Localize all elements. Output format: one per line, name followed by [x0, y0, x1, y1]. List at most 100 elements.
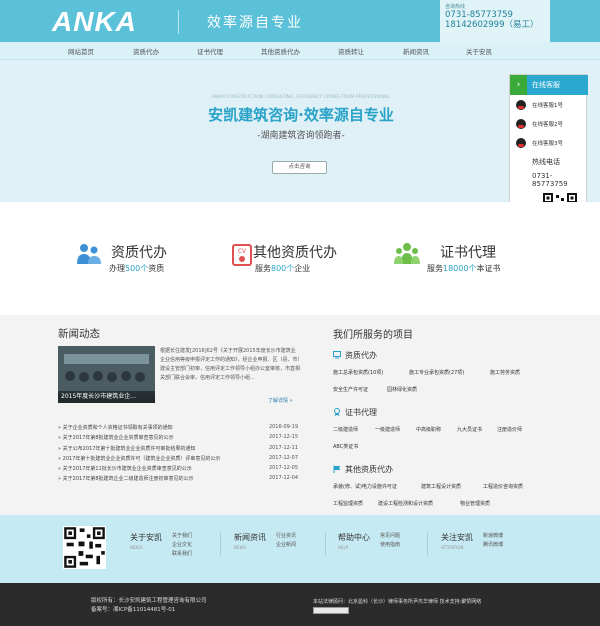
- service-item[interactable]: 园林绿化资质: [387, 386, 417, 393]
- svg-text:CV: CV: [238, 248, 247, 255]
- site-stats-badge-icon[interactable]: [313, 607, 349, 614]
- service-group-title: 证书代理: [333, 407, 377, 418]
- service-desc-other: 服务800个企业: [255, 264, 311, 273]
- footer-col-title: 帮助中心: [338, 533, 370, 542]
- service-link-1[interactable]: 在线客服1号: [532, 101, 563, 109]
- news-featured-image[interactable]: 2015年度长沙市建筑业企...: [58, 346, 155, 403]
- service-item[interactable]: 施工总承包资质(10项): [333, 369, 383, 376]
- footer-col-subtitle: ATTENTION: [441, 545, 464, 550]
- footer-link[interactable]: 新浪微博: [483, 532, 503, 541]
- group-icon: [394, 243, 420, 264]
- icp-number[interactable]: 备案号：湘ICP备11014481号-01: [91, 605, 175, 613]
- news-list-item[interactable]: » 关于企业资质和个人资格证书领取有关事项的通知 2016-09-19: [58, 424, 298, 431]
- footer-links: 关于我们 企业文化 联系我们: [172, 532, 192, 559]
- header: ANKA 效率源自专业 咨询热线 0731-85773759 181426029…: [0, 0, 600, 42]
- service-desc-qualification: 办理500个资质: [109, 264, 165, 273]
- legal-advisor-text: 本站法律顾问：北京盈科（长沙）律师事务所尹杰华律师 技术支持:聚赞网络: [313, 599, 482, 605]
- footer-col-subtitle: INDEX: [130, 545, 143, 550]
- footer-link[interactable]: 企业新闻: [276, 541, 296, 550]
- footer-link[interactable]: 腾讯微博: [483, 541, 503, 550]
- service-title-certificate[interactable]: 证书代理: [440, 242, 496, 262]
- footer-qr-icon: [63, 526, 106, 569]
- footer-link[interactable]: 常见问题: [380, 532, 400, 541]
- hotline-phone-2: 18142602999（易工）: [445, 20, 539, 30]
- logo[interactable]: ANKA: [52, 6, 137, 38]
- footer-col-title: 关于安凯: [130, 533, 162, 542]
- hotline-phone-1: 0731-85773759: [445, 10, 513, 20]
- service-item[interactable]: 施工专业承包资质(27项): [409, 369, 464, 376]
- nav-item-news[interactable]: 新闻资讯: [403, 46, 429, 56]
- service-link-2[interactable]: 在线客服2号: [532, 120, 563, 128]
- footer-col-help: 帮助中心 HELP 常见问题 使用指南: [338, 532, 400, 550]
- service-item[interactable]: 注册造价师: [497, 426, 522, 433]
- footer-col-subtitle: NEWS: [234, 545, 247, 550]
- content-section: 新闻动态 2015年度长沙市建筑业企... 根据长住建发[2016]62号《关于…: [0, 315, 600, 515]
- footer-link[interactable]: 联系我们: [172, 550, 192, 559]
- service-item[interactable]: 九大员证书: [457, 426, 482, 433]
- footer-link[interactable]: 使用指南: [380, 541, 400, 550]
- service-panel-header: › 在线客服: [510, 75, 588, 95]
- news-list-item[interactable]: » 2017年第十批建筑业企业资质许可（建筑业企业资质）评审意见的公示 2017-…: [58, 455, 298, 462]
- flag-icon: [333, 465, 341, 473]
- news-image-caption: 2015年度长沙市建筑业企...: [58, 391, 155, 403]
- service-item[interactable]: 安全生产许可证: [333, 386, 368, 393]
- monitor-icon: [333, 351, 341, 359]
- hotline-label: 咨询热线: [445, 4, 466, 10]
- hotline-number: 0731-85773759: [532, 172, 568, 188]
- footer-link[interactable]: 行业资讯: [276, 532, 296, 541]
- footer-link[interactable]: 关于我们: [172, 532, 192, 541]
- banner-subtitle: -湖南建筑咨询领跑者-: [257, 131, 345, 141]
- service-item[interactable]: 工程造价咨询资质: [483, 483, 523, 490]
- people-icon: [77, 244, 101, 264]
- collapse-arrow-icon[interactable]: ›: [510, 75, 527, 95]
- certificate-icon: CV: [232, 244, 252, 266]
- nav-item-transfer[interactable]: 资质转让: [338, 46, 364, 56]
- service-title-other[interactable]: 其他资质代办: [253, 242, 337, 262]
- news-section-title: 新闻动态: [58, 328, 100, 340]
- service-item[interactable]: 一级建造师: [375, 426, 400, 433]
- service-panel-title: 在线客服: [532, 81, 560, 89]
- service-item[interactable]: 承装(修、试)电力设施许可证: [333, 483, 397, 490]
- service-item[interactable]: 施工劳务资质: [490, 369, 520, 376]
- copyright-text: 版权所有：长沙安凯建筑工程管理咨询有限公司: [91, 598, 207, 604]
- qq-icon: [516, 138, 526, 148]
- service-item[interactable]: 工程监理资质: [333, 500, 363, 507]
- footer-link[interactable]: 企业文化: [172, 541, 192, 550]
- news-list-item[interactable]: » 关于公布2017年第十批建筑业企业资质许可审批结果的通知 2017-12-11: [58, 445, 298, 452]
- service-item[interactable]: 建设工程检测和设计资质: [378, 500, 433, 507]
- service-item[interactable]: 二级建造师: [333, 426, 358, 433]
- service-stats: 资质代办 办理500个资质 CV 其他资质代办 服务800个企业 证书代理 服务…: [0, 202, 600, 315]
- footer-divider: [427, 532, 428, 556]
- service-link-3[interactable]: 在线客服3号: [532, 139, 563, 147]
- consult-button[interactable]: 点击咨询: [272, 161, 327, 174]
- our-services-title: 我们所服务的项目: [333, 330, 413, 341]
- footer-col-title: 新闻资讯: [234, 533, 266, 542]
- nav-item-qualification[interactable]: 资质代办: [133, 46, 159, 56]
- footer: 关于安凯 INDEX 关于我们 企业文化 联系我们 新闻资讯 NEWS 行业资讯…: [0, 515, 600, 583]
- crowd-photo-icon: [58, 346, 155, 391]
- qq-icon: [516, 100, 526, 110]
- service-item[interactable]: 建筑工程设计资质: [421, 483, 461, 490]
- service-item[interactable]: 物业管理资质: [460, 500, 490, 507]
- footer-col-subtitle: HELP: [338, 545, 349, 550]
- nav-item-certificate[interactable]: 证书代理: [197, 46, 223, 56]
- nav-item-other-qualification[interactable]: 其他资质代办: [261, 46, 300, 56]
- service-item[interactable]: 中高级职称: [416, 426, 441, 433]
- footer-col-follow: 关注安凯 ATTENTION 新浪微博 腾讯微博: [441, 532, 503, 550]
- banner-english: ANKAI CONSTRUCTION CONSULTING, EFFICIENC…: [211, 95, 391, 100]
- service-item[interactable]: ABC类证书: [333, 443, 358, 450]
- qq-icon: [516, 119, 526, 129]
- news-more-link[interactable]: 了解详情 »: [268, 397, 293, 404]
- nav-item-about[interactable]: 关于安凯: [466, 46, 492, 56]
- news-summary: 根据长住建发[2016]62号《关于开展2015年度长沙市建筑业企业信用等级申报…: [160, 348, 301, 381]
- footer-divider: [220, 532, 221, 556]
- news-list-item[interactable]: » 关于2017年第11批长沙市建筑业企业资质审查意见的公示 2017-12-05: [58, 465, 298, 472]
- footer-links: 新浪微博 腾讯微博: [483, 532, 503, 550]
- service-group-title: 资质代办: [333, 350, 377, 361]
- news-list-item[interactable]: » 关于2017年第8批建筑企业二级建造师注册初审意见的公示 2017-12-04: [58, 475, 298, 482]
- header-divider: [178, 10, 179, 34]
- service-title-qualification[interactable]: 资质代办: [111, 242, 167, 262]
- footer-divider: [325, 532, 326, 556]
- nav-item-home[interactable]: 网站首页: [68, 46, 94, 56]
- news-list-item[interactable]: » 关于2017年第8批建筑业企业资质审查意见的公示 2017-12-15: [58, 434, 298, 441]
